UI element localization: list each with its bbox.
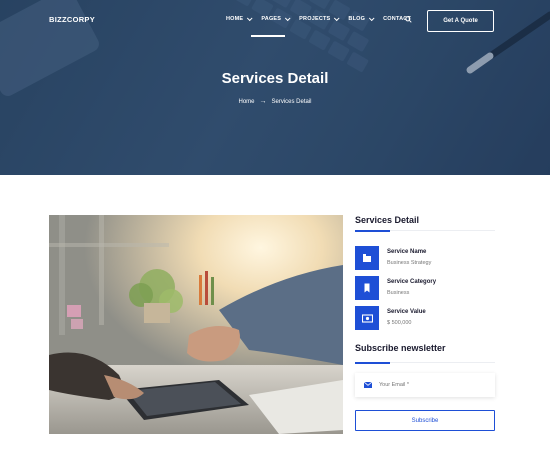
email-field[interactable]: [379, 382, 479, 388]
breadcrumb-current: Services Detail: [271, 98, 312, 105]
site-logo[interactable]: BIZZCORPY: [49, 15, 95, 24]
search-icon[interactable]: [405, 16, 412, 23]
info-row-service-name: Service Name Business Strategy: [355, 246, 431, 270]
main-nav: HOME PAGES PROJECTS BLOG CONTACT: [226, 15, 421, 22]
hero-banner: BIZZCORPY HOME PAGES PROJECTS BLOG CONTA…: [0, 0, 550, 175]
bookmark-icon: [355, 276, 379, 300]
mail-icon: [364, 382, 372, 388]
sidebar-title: Services Detail: [355, 215, 420, 225]
info-text: Service Value $ 500,000: [387, 309, 426, 326]
top-navbar: BIZZCORPY HOME PAGES PROJECTS BLOG CONTA…: [0, 0, 550, 40]
service-image: [49, 215, 343, 434]
info-row-service-category: Service Category Business: [355, 276, 436, 300]
nav-active-indicator: [251, 35, 285, 37]
chevron-down-icon: [247, 15, 253, 22]
info-text: Service Name Business Strategy: [387, 249, 431, 266]
chevron-down-icon: [334, 15, 340, 22]
money-icon: [355, 306, 379, 330]
building-icon: [355, 246, 379, 270]
email-field-wrapper: [355, 373, 495, 397]
nav-label: PROJECTS: [299, 16, 331, 22]
chevron-down-icon: [285, 15, 291, 22]
nav-label: HOME: [226, 16, 244, 22]
info-label: Service Value: [387, 309, 426, 315]
sidebar-title-divider: [355, 229, 495, 232]
breadcrumb: Home → Services Detail: [0, 98, 550, 105]
info-value: Business Strategy: [387, 260, 432, 266]
info-label: Service Category: [387, 279, 437, 285]
newsletter-title-divider: [355, 361, 495, 364]
info-row-service-value: Service Value $ 500,000: [355, 306, 426, 330]
subscribe-button[interactable]: Subscribe: [355, 410, 495, 431]
nav-label: PAGES: [261, 16, 282, 22]
breadcrumb-home-link[interactable]: Home: [238, 99, 254, 105]
nav-item-home[interactable]: HOME: [226, 15, 253, 22]
nav-item-pages[interactable]: PAGES: [261, 15, 291, 22]
info-value: Business: [387, 290, 410, 296]
info-label: Service Name: [387, 249, 427, 255]
arrow-right-icon: →: [259, 98, 267, 105]
newsletter-title: Subscribe newsletter: [355, 343, 446, 353]
nav-item-blog[interactable]: BLOG: [348, 15, 375, 22]
info-value: $ 500,000: [387, 320, 412, 326]
chevron-down-icon: [369, 15, 375, 22]
page-title: Services Detail: [221, 70, 329, 87]
get-a-quote-button[interactable]: Get A Quote: [427, 10, 494, 32]
service-sidebar: Services Detail: [355, 215, 495, 232]
nav-label: BLOG: [348, 16, 366, 22]
info-text: Service Category Business: [387, 279, 436, 296]
nav-item-projects[interactable]: PROJECTS: [299, 15, 340, 22]
